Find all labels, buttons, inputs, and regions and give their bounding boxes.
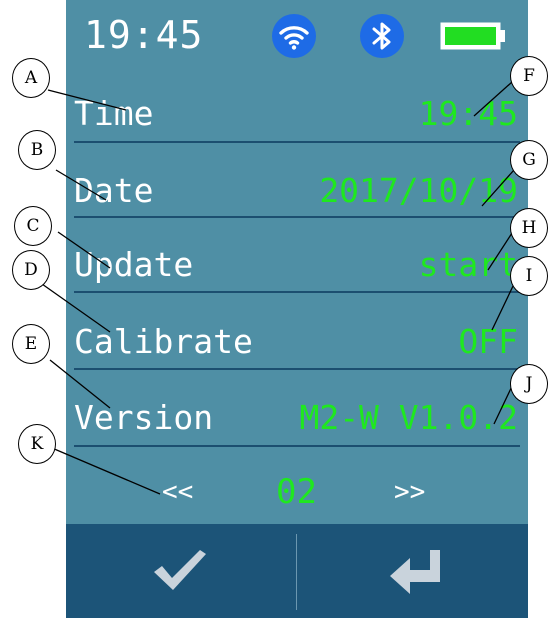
callout-f: F xyxy=(510,56,548,96)
leader-line-c xyxy=(57,231,111,269)
callout-d: D xyxy=(12,250,50,290)
callout-j: J xyxy=(510,364,548,404)
leader-line-a xyxy=(47,89,127,111)
callout-i: I xyxy=(510,256,548,296)
leader-line-h xyxy=(487,229,515,271)
callout-g: G xyxy=(510,140,548,180)
leader-line-f xyxy=(473,81,513,117)
leader-line-b xyxy=(55,169,107,201)
callout-c: C xyxy=(14,206,52,246)
leader-line-e xyxy=(49,359,111,409)
callout-a: A xyxy=(12,58,50,98)
callout-k: K xyxy=(18,424,56,464)
leader-line-i xyxy=(491,283,515,331)
leader-line-d xyxy=(41,283,111,333)
callout-b: B xyxy=(18,130,56,170)
callout-h: H xyxy=(510,208,548,248)
leader-line-g xyxy=(481,169,515,207)
callout-leader-lines xyxy=(41,81,515,495)
leader-line-k xyxy=(51,447,161,495)
callout-e: E xyxy=(12,324,50,364)
